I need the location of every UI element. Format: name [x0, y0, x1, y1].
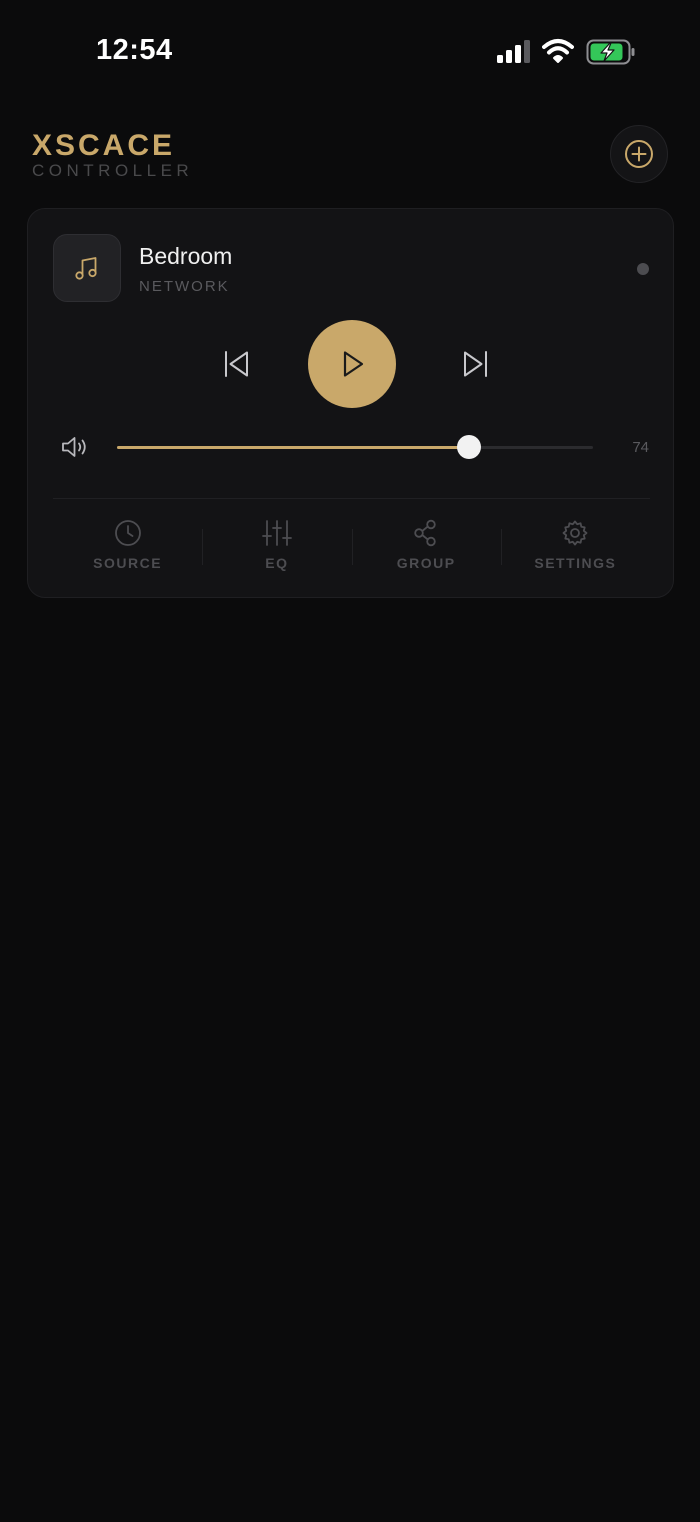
play-icon: [343, 351, 364, 377]
nav-label-eq: EQ: [265, 555, 289, 571]
previous-track-button[interactable]: [208, 339, 264, 389]
plus-circle-icon: [625, 140, 653, 168]
sliders-icon: [261, 520, 292, 546]
nav-item-eq[interactable]: EQ: [202, 499, 351, 594]
music-note-icon: [75, 257, 97, 280]
play-button[interactable]: [308, 320, 396, 408]
gear-icon: [562, 520, 588, 546]
skip-next-icon: [464, 351, 487, 377]
device-name: Bedroom: [139, 243, 233, 269]
volume-value: 74: [632, 439, 649, 456]
nav-label-settings: SETTINGS: [534, 555, 617, 571]
status-indicator-dot: [637, 263, 649, 275]
nav-item-group[interactable]: GROUP: [351, 499, 501, 594]
device-source: NETWORK: [139, 278, 230, 295]
brand-name: XSCACE: [32, 129, 176, 162]
clock-icon: [114, 520, 141, 546]
nav-label-group: GROUP: [396, 555, 456, 571]
signal-icon: [497, 40, 530, 63]
device-card: Bedroom NETWORK 74 SOURCE EQ GROUP SETTI…: [27, 208, 674, 598]
volume-slider-fill: [117, 446, 470, 449]
nav-label-source: SOURCE: [93, 555, 163, 571]
volume-icon[interactable]: [61, 435, 91, 459]
battery-charging-icon: [586, 39, 635, 65]
nav-item-settings[interactable]: SETTINGS: [500, 499, 650, 594]
brand-subtitle: CONTROLLER: [32, 161, 194, 180]
device-artwork: [53, 234, 121, 302]
skip-previous-icon: [225, 351, 248, 377]
share-icon: [414, 519, 436, 547]
status-bar: 12:54: [0, 0, 700, 100]
volume-slider-thumb[interactable]: [457, 435, 482, 459]
wifi-icon: [542, 39, 574, 63]
add-device-button[interactable]: [610, 125, 668, 183]
nav-item-source[interactable]: SOURCE: [53, 499, 202, 594]
device-nav: SOURCE EQ GROUP SETTINGS: [53, 499, 650, 594]
status-time: 12:54: [96, 34, 173, 66]
volume-slider[interactable]: [117, 435, 593, 459]
next-track-button[interactable]: [448, 339, 504, 389]
brand-logo: XSCACE CONTROLLER: [32, 130, 193, 180]
